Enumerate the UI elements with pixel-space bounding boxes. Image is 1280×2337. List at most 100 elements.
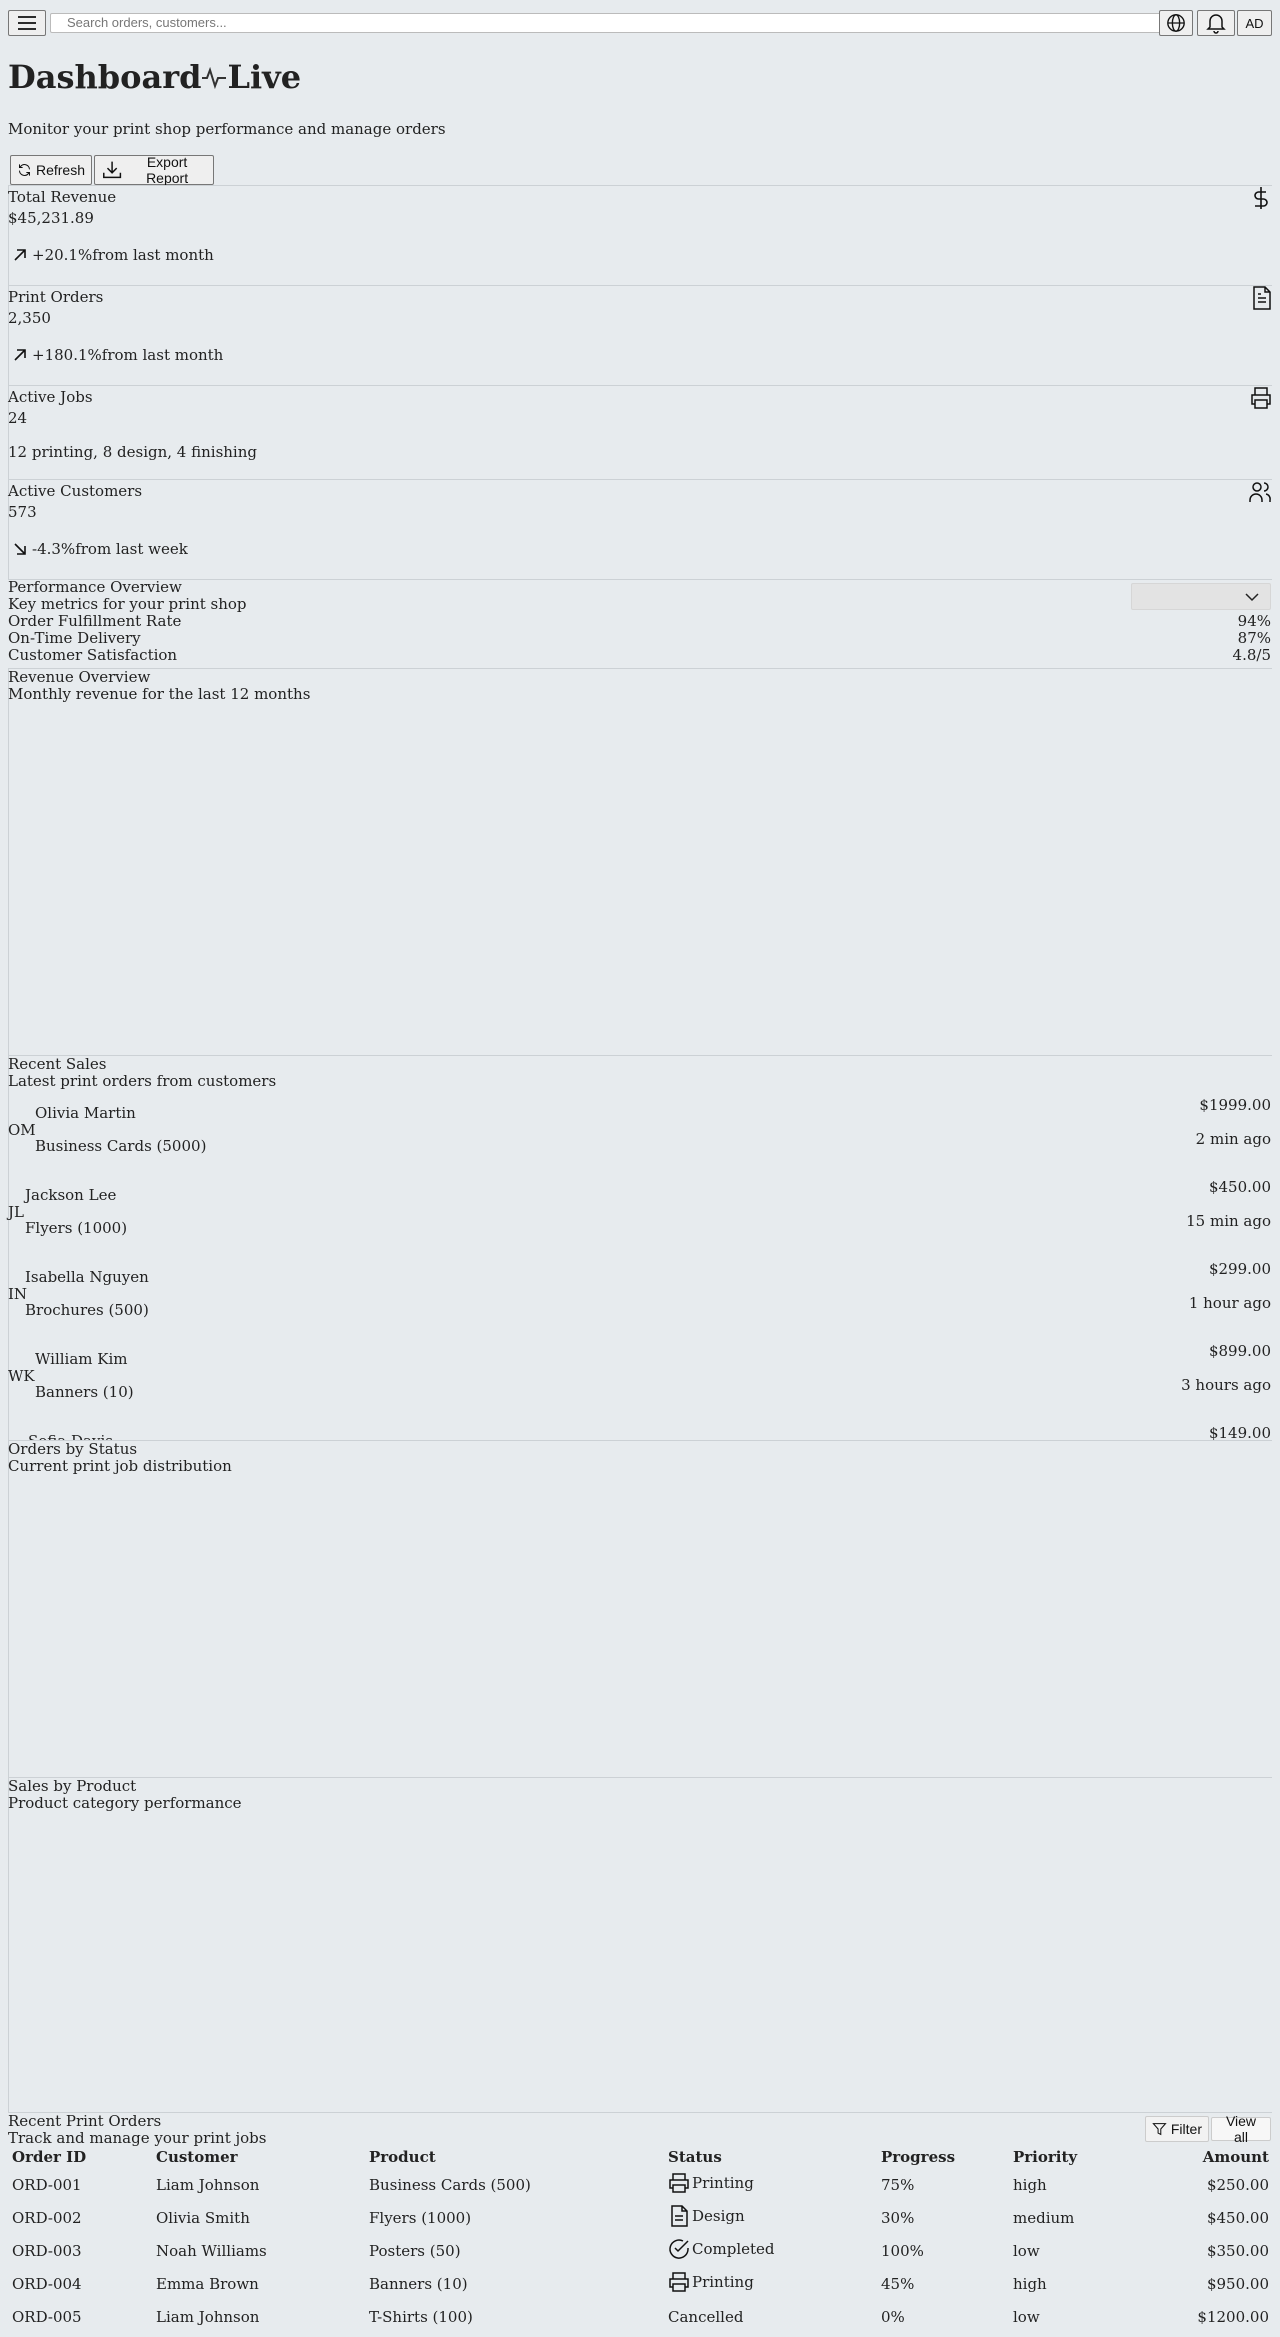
column-header: Order ID bbox=[12, 2148, 87, 2166]
page-title-text: Dashboard bbox=[8, 58, 202, 96]
metric-label: Print Orders bbox=[8, 288, 104, 306]
order-product: Flyers (1000) bbox=[369, 2208, 472, 2227]
printer-icon bbox=[669, 2172, 689, 2193]
order-customer: Olivia Smith bbox=[156, 2208, 250, 2227]
orders-status-title: Orders by Status bbox=[8, 1440, 138, 1458]
live-label: Live bbox=[227, 58, 302, 96]
export-report-button[interactable]: Export Report bbox=[94, 154, 214, 186]
sale-product: Flyers (1000) bbox=[25, 1219, 128, 1237]
avatar: WK bbox=[8, 1367, 35, 1385]
view-all-button[interactable]: View all bbox=[1211, 2113, 1271, 2145]
table-row[interactable]: ORD-003 Noah Williams Posters (50) Compl… bbox=[9, 2234, 1272, 2267]
metric-value: 24 bbox=[8, 409, 28, 427]
column-header: Product bbox=[369, 2148, 436, 2166]
notifications-button[interactable] bbox=[1197, 10, 1235, 36]
download-icon bbox=[103, 161, 122, 179]
divider bbox=[8, 579, 1272, 580]
orders-status-subtitle: Current print job distribution bbox=[8, 1457, 232, 1475]
order-progress: 0% bbox=[881, 2307, 905, 2326]
sale-time: 3 hours ago bbox=[1181, 1376, 1271, 1394]
sale-customer-name: Olivia Martin bbox=[35, 1104, 136, 1122]
divider bbox=[8, 385, 1272, 386]
order-status: Cancelled bbox=[668, 2307, 744, 2326]
metric-label: Total Revenue bbox=[8, 188, 117, 206]
column-header: Customer bbox=[156, 2148, 238, 2166]
chevron-down-icon bbox=[1245, 593, 1259, 602]
language-button[interactable] bbox=[1159, 10, 1193, 36]
divider bbox=[8, 479, 1272, 480]
recent-sales-title: Recent Sales bbox=[8, 1055, 107, 1073]
sale-time: 15 min ago bbox=[1186, 1212, 1271, 1230]
sale-amount: $899.00 bbox=[1208, 1342, 1271, 1360]
sale-amount: $1999.00 bbox=[1199, 1096, 1271, 1114]
view-all-label: View all bbox=[1225, 2113, 1257, 2145]
revenue-subtitle: Monthly revenue for the last 12 months bbox=[8, 685, 311, 703]
check-circle-icon bbox=[669, 2238, 689, 2259]
sale-amount: $299.00 bbox=[1208, 1260, 1271, 1278]
divider bbox=[8, 1440, 1272, 1441]
trend-up-icon bbox=[14, 249, 26, 261]
table-row[interactable]: ORD-002 Olivia Smith Flyers (1000) Desig… bbox=[9, 2201, 1272, 2234]
sale-product: Banners (10) bbox=[35, 1383, 134, 1401]
order-product: Posters (50) bbox=[369, 2241, 461, 2260]
order-customer: Emma Brown bbox=[156, 2274, 259, 2293]
metric-value: 2,350 bbox=[8, 309, 51, 327]
table-row[interactable]: ORD-001 Liam Johnson Business Cards (500… bbox=[9, 2168, 1272, 2201]
sale-product: Business Cards (5000) bbox=[35, 1137, 207, 1155]
table-header-row: Order ID Customer Product Status Progres… bbox=[9, 2146, 1272, 2168]
recent-orders-subtitle: Track and manage your print jobs bbox=[8, 2129, 267, 2147]
order-amount: $250.00 bbox=[1206, 2175, 1269, 2194]
order-amount: $450.00 bbox=[1206, 2208, 1269, 2227]
sale-time: 2 min ago bbox=[1195, 1130, 1271, 1148]
refresh-icon bbox=[18, 164, 30, 176]
sale-product: Brochures (500) bbox=[25, 1301, 149, 1319]
order-status: Completed bbox=[665, 2234, 878, 2267]
divider bbox=[8, 185, 1272, 186]
order-product: T-Shirts (100) bbox=[369, 2307, 473, 2326]
metric-label: Active Customers bbox=[8, 482, 143, 500]
order-priority: high bbox=[1013, 2274, 1047, 2293]
recent-sales-subtitle: Latest print orders from customers bbox=[8, 1072, 277, 1090]
sale-customer-name: Sofia Davis bbox=[28, 1432, 113, 1440]
order-progress: 100% bbox=[881, 2241, 924, 2260]
recent-orders-table: Order ID Customer Product Status Progres… bbox=[9, 2146, 1272, 2333]
performance-row-value: 94% bbox=[1237, 612, 1271, 630]
order-id: ORD-002 bbox=[12, 2208, 82, 2227]
order-id: ORD-001 bbox=[12, 2175, 82, 2194]
divider bbox=[8, 285, 1272, 286]
metric-value: 573 bbox=[8, 503, 37, 521]
order-priority: low bbox=[1013, 2241, 1040, 2260]
trend-down-icon bbox=[14, 543, 26, 555]
order-amount: $1200.00 bbox=[1197, 2307, 1269, 2326]
filter-button[interactable]: Filter bbox=[1145, 2116, 1209, 2142]
globe-icon bbox=[1167, 14, 1185, 32]
menu-button[interactable] bbox=[8, 10, 46, 36]
order-priority: low bbox=[1013, 2307, 1040, 2326]
metric-trend: +180.1%from last month bbox=[12, 346, 223, 364]
metric-detail: 12 printing, 8 design, 4 finishing bbox=[8, 443, 257, 461]
users-icon bbox=[1249, 482, 1271, 502]
order-customer: Liam Johnson bbox=[156, 2307, 260, 2326]
order-status: Design bbox=[665, 2201, 878, 2234]
table-row[interactable]: ORD-004 Emma Brown Banners (10) Printing… bbox=[9, 2267, 1272, 2300]
recent-sales-list: Olivia Martin OM Business Cards (5000) $… bbox=[0, 1095, 1280, 1440]
printer-icon bbox=[1251, 387, 1271, 409]
page-title: Dashboard Live bbox=[8, 58, 301, 96]
activity-icon bbox=[202, 66, 227, 90]
orders-status-chart-area bbox=[9, 1477, 1271, 1777]
revenue-title: Revenue Overview bbox=[8, 668, 151, 686]
sales-product-chart-area bbox=[9, 1814, 1271, 2112]
table-row[interactable]: ORD-005 Liam Johnson T-Shirts (100) Canc… bbox=[9, 2300, 1272, 2333]
search-input[interactable]: Search orders, customers... bbox=[50, 13, 1166, 33]
order-product: Business Cards (500) bbox=[369, 2175, 531, 2194]
order-id: ORD-003 bbox=[12, 2241, 82, 2260]
order-customer: Liam Johnson bbox=[156, 2175, 260, 2194]
sale-time: 1 hour ago bbox=[1188, 1294, 1271, 1312]
order-progress: 45% bbox=[881, 2274, 915, 2293]
refresh-button[interactable]: Refresh bbox=[10, 155, 92, 185]
avatar: OM bbox=[8, 1121, 36, 1139]
avatar-initials: AD bbox=[1245, 15, 1264, 31]
user-avatar-button[interactable]: AD bbox=[1237, 10, 1272, 36]
metric-trend: -4.3%from last week bbox=[12, 540, 188, 558]
period-select[interactable] bbox=[1131, 583, 1271, 610]
